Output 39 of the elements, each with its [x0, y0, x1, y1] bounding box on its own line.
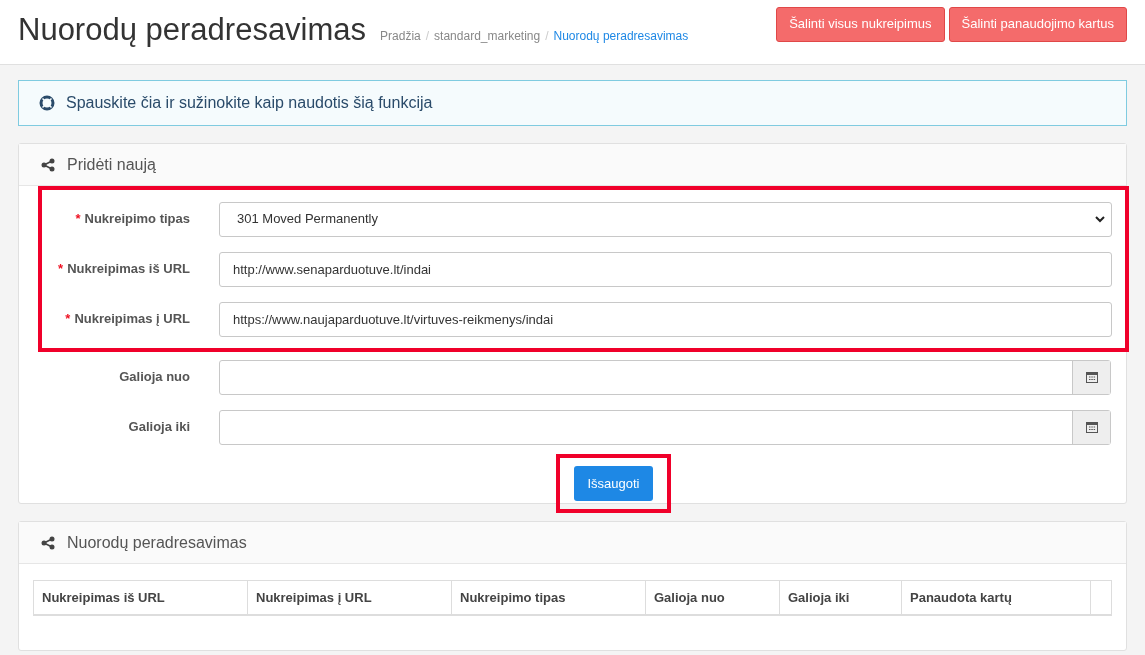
- page-title: Nuorodų peradresavimas: [18, 10, 367, 49]
- lifebuoy-icon: [39, 95, 55, 111]
- field-label: Galioja nuo: [119, 368, 190, 387]
- delete-button[interactable]: Šalinti visus nukreipimus: [776, 6, 945, 42]
- type-select[interactable]: 301 Moved Permanently: [219, 201, 1112, 237]
- column-header: Nukreipimo tipas: [452, 581, 646, 614]
- breadcrumb-separator: /: [425, 28, 430, 45]
- help-banner[interactable]: Spauskite čia ir sužinokite kaip naudotis šią funkcija: [18, 80, 1127, 126]
- breadcrumb-link[interactable]: Nuorodų peradresavimas: [553, 27, 689, 45]
- share-icon: [41, 535, 55, 550]
- required-mark: *: [58, 260, 64, 279]
- breadcrumb-link[interactable]: standard_marketing: [434, 27, 541, 45]
- field-label: Nukreipimas iš URL: [67, 260, 190, 279]
- column-header: Galioja nuo: [646, 581, 780, 614]
- date-field[interactable]: [219, 359, 1111, 395]
- column-header: Galioja iki: [780, 581, 902, 614]
- save-button[interactable]: Išsaugoti: [574, 466, 653, 501]
- calendar-button[interactable]: [1072, 410, 1110, 444]
- field-label: Nukreipimas į URL: [74, 310, 190, 329]
- calendar-icon: [1085, 371, 1098, 383]
- share-icon: [41, 157, 55, 172]
- field-label: Nukreipimo tipas: [84, 210, 190, 229]
- url-input-field[interactable]: https://www.naujaparduotuve.lt/virtuves-reikmenys/indai: [219, 301, 1112, 337]
- calendar-icon: [1085, 421, 1098, 433]
- panel-title: Nuorodų peradresavimas: [67, 532, 247, 553]
- column-header: Panaudota kartų: [902, 581, 1091, 614]
- panel-title: Pridėti naują: [67, 154, 156, 175]
- date-field[interactable]: [219, 409, 1111, 445]
- breadcrumb-separator: /: [545, 28, 549, 45]
- column-header: Nukreipimas į URL: [248, 581, 452, 614]
- required-mark: *: [65, 310, 71, 329]
- url-input-field[interactable]: http://www.senaparduotuve.lt/indai: [219, 251, 1112, 287]
- column-header: Nukreipimas iš URL: [34, 581, 248, 614]
- calendar-button[interactable]: [1072, 360, 1110, 394]
- breadcrumb-link[interactable]: Pradžia: [380, 27, 421, 45]
- chevron-down-icon: [1095, 215, 1105, 223]
- field-label: Galioja iki: [128, 418, 190, 437]
- delete-button[interactable]: Šalinti panaudojimo kartus: [948, 6, 1127, 42]
- required-mark: *: [75, 210, 81, 229]
